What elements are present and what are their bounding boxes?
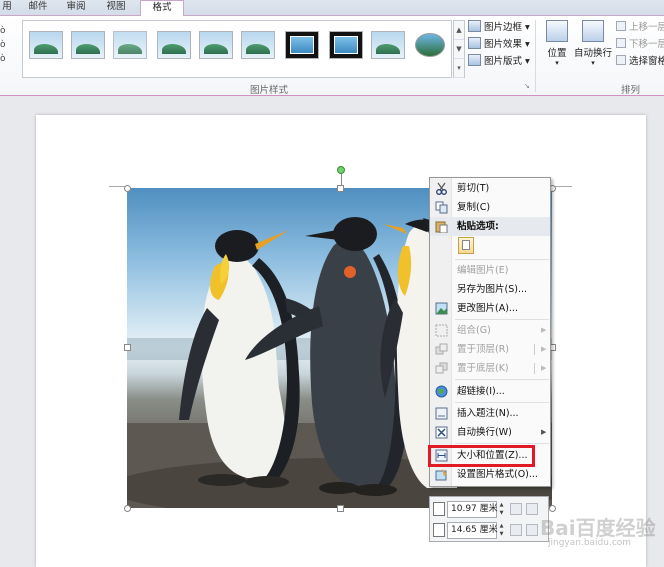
send-to-back-icon (435, 362, 448, 375)
scroll-up-icon[interactable]: ▲ (454, 21, 464, 40)
width-input[interactable]: 14.65 厘米 (447, 522, 498, 539)
picture-layout-icon (468, 54, 481, 66)
crop-icon[interactable] (510, 503, 522, 515)
ribbon-tab-bar: 用 邮件 审阅 视图 格式 (0, 0, 664, 17)
paste-picture-icon[interactable] (458, 237, 474, 254)
picture-style-thumb[interactable] (371, 31, 405, 59)
picture-border-icon (468, 20, 481, 32)
menu-item-copy[interactable]: 复制(C) (430, 198, 550, 217)
picture-styles-group-label: 图片样式 (250, 85, 289, 96)
send-backward-icon (616, 38, 626, 48)
width-row: 14.65 厘米 ▲ ▼ (432, 521, 548, 540)
gallery-more-icon[interactable]: ▾ (454, 59, 464, 78)
picture-style-thumb[interactable] (71, 31, 105, 59)
menu-item-cut[interactable]: 剪切(T) (430, 179, 550, 198)
resize-handle[interactable] (337, 185, 344, 192)
menu-item-hyperlink[interactable]: 超链接(I)... (430, 382, 550, 401)
scroll-down-icon[interactable]: ▼ (454, 40, 464, 59)
picture-layout-button[interactable]: 图片版式 ▾ (468, 54, 530, 70)
wrap-text-icon (582, 20, 604, 42)
left-stub-item[interactable]: ò (0, 38, 6, 52)
picture-tool-icon[interactable] (526, 503, 538, 515)
menu-item-save-as-picture[interactable]: 另存为图片(S)... (430, 280, 550, 299)
picture-style-thumb[interactable] (199, 31, 233, 59)
highlight-box (428, 445, 535, 467)
menu-item-edit-picture[interactable]: 编辑图片(E) (430, 261, 550, 280)
watermark-logo: Bai百度经验 (540, 516, 656, 540)
bring-forward-button[interactable]: 上移一层 (616, 20, 664, 36)
arrange-group-label: 排列 (621, 85, 641, 96)
scissors-icon (435, 182, 448, 195)
tab-format[interactable]: 格式 (140, 0, 184, 17)
wrap-text-icon (435, 426, 448, 439)
submenu-arrow-icon: ▶ (541, 345, 547, 353)
position-icon (546, 20, 568, 42)
dialog-launcher-icon[interactable]: ↘ (524, 82, 530, 90)
selection-pane-button[interactable]: 选择窗格 (616, 54, 664, 70)
height-row: 10.97 厘米 ▲ ▼ (432, 500, 548, 519)
left-stub-item[interactable]: ò (0, 52, 6, 66)
picture-style-thumb[interactable] (285, 31, 319, 59)
menu-item-send-to-back[interactable]: 置于底层(K) ▶ (430, 359, 550, 378)
submenu-arrow-icon: ▶ (541, 326, 547, 334)
picture-effects-button[interactable]: 图片效果 ▾ (468, 37, 530, 53)
picture-styles-gallery (22, 20, 452, 78)
picture-border-button[interactable]: 图片边框 ▾ (468, 20, 530, 36)
send-backward-button[interactable]: 下移一层 (616, 37, 664, 53)
menu-item-format-picture[interactable]: 设置图片格式(O)... (430, 465, 550, 484)
height-input[interactable]: 10.97 厘米 (447, 501, 498, 518)
bring-to-front-icon (435, 343, 448, 356)
watermark-url: jingyan.baidu.com (548, 538, 632, 548)
menu-item-wrap-text[interactable]: 自动换行(W) ▶ (430, 423, 550, 442)
left-stub-item[interactable]: ò (0, 24, 6, 38)
resize-handle[interactable] (337, 505, 344, 512)
height-icon (433, 502, 445, 516)
width-spinner[interactable]: ▲ ▼ (498, 522, 505, 539)
tab-review[interactable]: 审阅 (58, 0, 94, 16)
tab-mailings[interactable]: 邮件 (20, 0, 56, 16)
tab-partial[interactable]: 用 (0, 0, 14, 16)
resize-handle[interactable] (549, 505, 556, 512)
picture-style-thumb[interactable] (413, 31, 447, 59)
rotate-icon[interactable] (510, 524, 522, 536)
caption-icon (435, 407, 448, 420)
tab-view[interactable]: 视图 (98, 0, 134, 16)
mini-toolbar: 10.97 厘米 ▲ ▼ 14.65 厘米 ▲ ▼ (429, 496, 549, 542)
menu-item-bring-to-front[interactable]: 置于顶层(R) ▶ (430, 340, 550, 359)
picture-style-thumb[interactable] (113, 31, 147, 59)
rotation-handle[interactable] (337, 166, 345, 174)
resize-handle[interactable] (124, 505, 131, 512)
selection-pane-icon (616, 55, 626, 65)
picture-style-thumb[interactable] (329, 31, 363, 59)
width-icon (433, 523, 445, 537)
submenu-arrow-icon: ▶ (541, 428, 547, 436)
copy-icon (435, 201, 448, 214)
clipboard-icon (435, 220, 448, 234)
submenu-arrow-icon: ▶ (541, 364, 547, 372)
group-icon (435, 324, 448, 337)
wrap-text-button[interactable]: 自动换行 ▾ (574, 20, 612, 67)
picture-style-thumb[interactable] (29, 31, 63, 59)
format-picture-icon (435, 468, 448, 481)
picture-effects-icon (468, 37, 481, 49)
change-picture-icon (435, 302, 448, 315)
height-spinner[interactable]: ▲ ▼ (498, 501, 505, 518)
context-menu: 剪切(T) 复制(C) 粘贴选项: 编辑图片(E) 另存为图片(S)... 更改… (429, 177, 551, 487)
picture-style-thumb[interactable] (241, 31, 275, 59)
hyperlink-icon (435, 385, 448, 398)
gallery-scroll[interactable]: ▲ ▼ ▾ (453, 20, 465, 78)
align-icon[interactable] (526, 524, 538, 536)
menu-item-insert-caption[interactable]: 插入题注(N)... (430, 404, 550, 423)
resize-handle[interactable] (124, 185, 131, 192)
ribbon-left-stub: ò ò ò (0, 24, 6, 66)
resize-handle[interactable] (124, 344, 131, 351)
menu-item-change-picture[interactable]: 更改图片(A)... (430, 299, 550, 318)
menu-item-group[interactable]: 组合(G) ▶ (430, 321, 550, 340)
menu-item-paste-options: 粘贴选项: (430, 217, 550, 236)
ribbon: ò ò ò ▲ ▼ ▾ 图片边框 ▾ 图片效果 ▾ 图片版式 ▾ 图片样式 ↘ … (0, 16, 664, 96)
bring-forward-icon (616, 21, 626, 31)
picture-style-thumb[interactable] (157, 31, 191, 59)
position-button[interactable]: 位置 ▾ (540, 20, 574, 67)
